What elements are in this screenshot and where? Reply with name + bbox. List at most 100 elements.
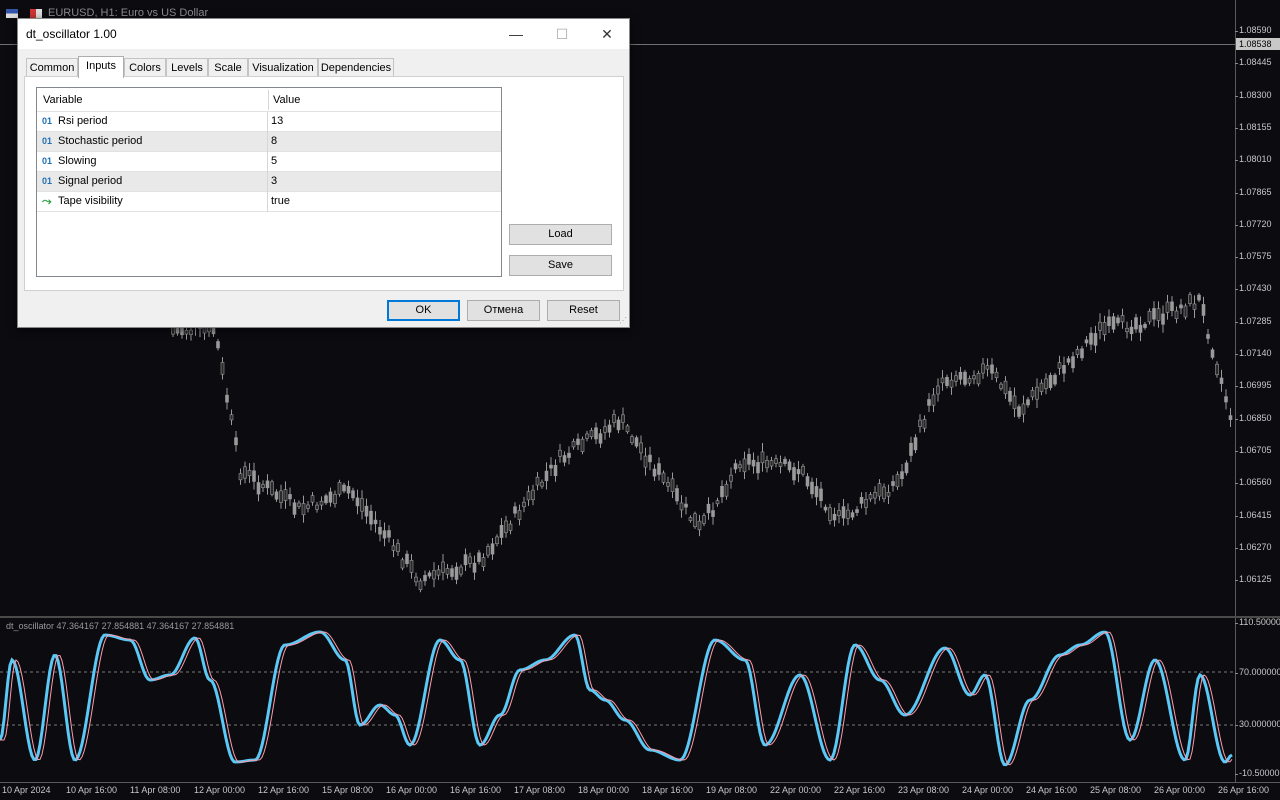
input-value[interactable]: 13 [271,115,283,127]
candle-body [796,469,801,475]
indicator-properties-dialog: dt_oscillator 1.00 — ☐ ✕ Common Inputs C… [17,18,630,328]
candle-body [958,371,963,380]
tab-common[interactable]: Common [26,58,78,77]
candle-body [229,414,234,421]
candle-body [567,452,571,458]
load-button[interactable]: Load [509,224,612,245]
input-value[interactable]: true [271,195,290,207]
price-axis[interactable]: 1.08590 1.08445 1.08300 1.08155 1.08010 1.078… [1235,0,1280,782]
oscillator-main-line [0,630,1233,767]
time-axis[interactable]: 10 Apr 2024 10 Apr 16:00 11 Apr 08:00 12 Ap… [0,782,1280,800]
candle-body [1215,363,1219,376]
input-value[interactable]: 3 [271,175,277,187]
candle-body [846,509,850,519]
price-tick: 1.07720 [1235,218,1272,229]
candle-body [373,519,378,525]
candle-body [364,505,369,517]
candle-body [639,442,643,454]
candle-body [1179,304,1183,309]
candle-body [1098,321,1102,331]
candle-body [1188,294,1192,304]
ok-button[interactable]: OK [387,300,460,321]
candle-body [904,462,909,474]
indicator-tick: 110.50000 [1235,617,1280,627]
candle-body [1089,332,1093,345]
candle-body [1017,406,1021,417]
candle-body [472,562,477,573]
tab-levels[interactable]: Levels [166,58,208,77]
candle-body [301,503,306,516]
tab-visualization[interactable]: Visualization [248,58,318,77]
candle-body [1129,326,1134,335]
candle-body [1147,310,1152,323]
candle-body [765,460,769,469]
maximize-button[interactable]: ☐ [539,19,585,49]
input-row-signal-period[interactable]: 01 Signal period 3 [37,172,501,192]
candle-body [490,543,495,555]
price-tick: 1.08010 [1235,154,1272,165]
candle-body [432,570,436,580]
indicator-pane-separator[interactable] [0,616,1280,618]
price-tick: 1.07140 [1235,348,1272,358]
candle-body [526,491,531,501]
candle-body [625,425,630,433]
candle-body [594,427,598,440]
input-row-slowing[interactable]: 01 Slowing 5 [37,152,501,172]
tab-scale[interactable]: Scale [208,58,248,77]
tab-dependencies[interactable]: Dependencies [318,58,394,77]
candle-body [738,464,742,469]
candle-body [1003,380,1008,395]
header-variable[interactable]: Variable [43,94,83,106]
candle-body [643,455,648,468]
price-tick: 1.08590 [1235,25,1272,35]
candle-body [589,430,594,438]
input-row-rsi-period[interactable]: 01 Rsi period 13 [37,112,501,132]
candle-body [778,462,783,467]
candle-body [706,503,711,514]
candle-body [918,419,922,427]
header-divider[interactable] [268,90,269,110]
input-value[interactable]: 8 [271,135,277,147]
candle-body [1039,382,1044,392]
candle-body [702,515,706,524]
minimize-button[interactable]: — [493,19,539,49]
candle-body [630,436,634,444]
candle-body [913,437,918,451]
candle-body [1143,323,1147,328]
header-value[interactable]: Value [273,94,300,106]
candle-body [553,464,558,477]
candle-body [1107,316,1111,326]
candle-body [1152,308,1156,320]
candle-body [468,556,472,564]
reset-button[interactable]: Reset [547,300,620,321]
candle-body [1057,362,1062,369]
candle-body [666,482,670,487]
close-button[interactable]: ✕ [584,19,630,49]
price-tick: 1.06705 [1235,444,1272,455]
cancel-button[interactable]: Отмена [467,300,540,321]
resize-grip-icon[interactable]: ⋰ [619,317,627,325]
tab-colors[interactable]: Colors [124,58,166,77]
candle-body [670,478,675,492]
candle-body [454,566,459,580]
indicator-tick: 30.000000 [1235,719,1280,729]
input-row-tape-visibility[interactable]: ⤳ Tape visibility true [37,192,501,212]
candle-body [1075,348,1080,355]
save-button[interactable]: Save [509,255,612,276]
candle-body [576,438,580,445]
input-value[interactable]: 5 [271,155,277,167]
candle-body [504,520,508,533]
candle-body [378,526,382,535]
candle-body [648,454,652,463]
input-row-stochastic-period[interactable]: 01 Stochastic period 8 [37,132,501,152]
price-tick: 1.07865 [1235,186,1272,197]
candle-body [1201,304,1206,316]
candle-body [477,552,481,562]
candle-body [1174,310,1179,319]
price-tick: 1.06415 [1235,509,1272,520]
dialog-titlebar[interactable]: dt_oscillator 1.00 — ☐ ✕ [18,19,629,49]
candle-body [342,484,346,492]
tab-inputs[interactable]: Inputs [78,56,124,78]
time-tick: 26 Apr 00:00 [1154,785,1206,795]
candle-body [841,506,846,519]
